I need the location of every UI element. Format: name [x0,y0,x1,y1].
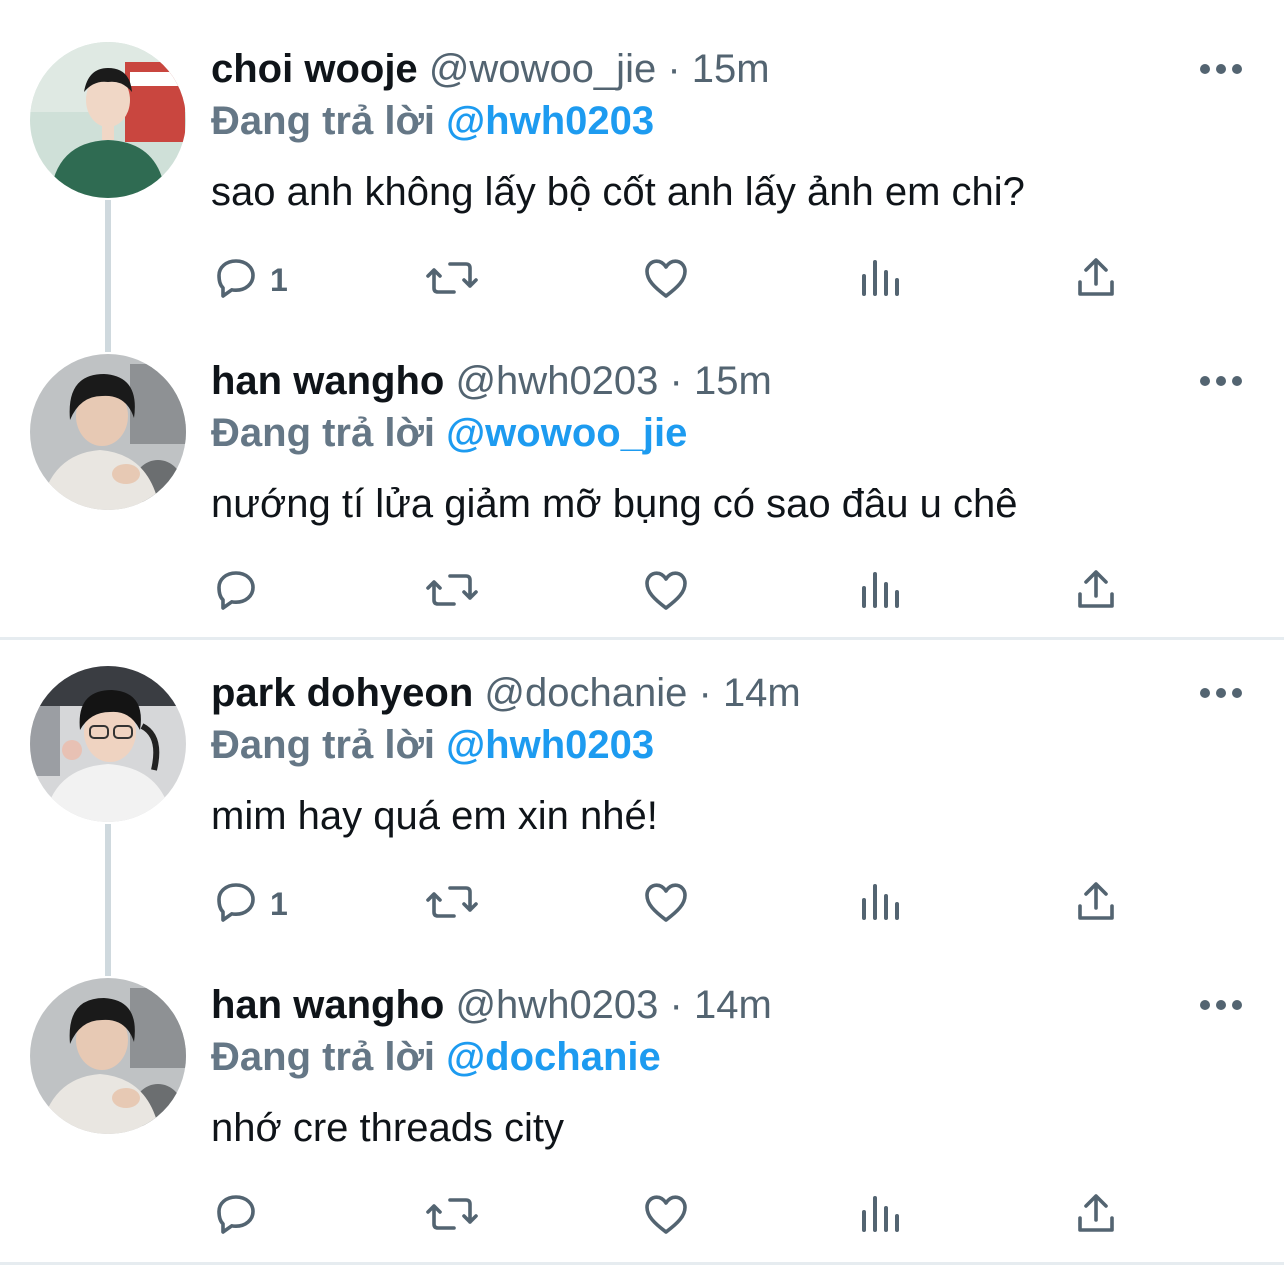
tweet-3[interactable]: park dohyeon @dochanie · 14m Đang trả lờ… [0,624,1284,976]
action-bar [0,1192,1284,1240]
separator-dot: · [669,983,683,1027]
username-handle[interactable]: @dochanie [484,671,687,715]
timestamp[interactable]: 14m [694,983,772,1027]
tweet-text: sao anh không lấy bộ cốt anh lấy ảnh em … [211,170,1025,214]
share-icon [1072,878,1120,931]
more-icon[interactable] [1192,679,1250,707]
replying-to-label: Đang trả lời [211,1035,436,1079]
retweet-button[interactable] [424,880,480,928]
retweet-icon [424,878,480,931]
replying-to-handle-link[interactable]: @hwh0203 [446,723,654,767]
retweet-button[interactable] [424,568,480,616]
views-button[interactable] [857,568,905,616]
heart-icon [641,254,691,307]
reply-icon [212,566,260,619]
views-button[interactable] [857,880,905,928]
reply-icon [212,1190,260,1243]
views-icon [857,878,905,931]
replying-to-handle-link[interactable]: @hwh0203 [446,99,654,143]
username-handle[interactable]: @hwh0203 [455,359,658,403]
more-icon[interactable] [1192,367,1250,395]
share-icon [1072,1190,1120,1243]
views-icon [857,1190,905,1243]
retweet-button[interactable] [424,1192,480,1240]
more-icon[interactable] [1192,991,1250,1019]
heart-icon [641,878,691,931]
tweet-text: nướng tí lửa giảm mỡ bụng có sao đâu u c… [211,482,1018,526]
share-icon [1072,566,1120,619]
display-name[interactable]: choi wooje [211,47,418,91]
share-button[interactable] [1072,880,1120,928]
retweet-icon [424,254,480,307]
tweet-4[interactable]: han wangho @hwh0203 · 14m Đang trả lời @… [0,936,1284,1248]
tweet-header: han wangho @hwh0203 · 14m [211,980,772,1030]
share-icon [1072,254,1120,307]
share-button[interactable] [1072,256,1120,304]
replying-to-handle-link[interactable]: @wowoo_jie [446,411,687,455]
replying-to-label: Đang trả lời [211,723,436,767]
like-button[interactable] [641,880,691,928]
tweet-header: han wangho @hwh0203 · 15m [211,356,772,406]
more-icon[interactable] [1192,55,1250,83]
views-icon [857,566,905,619]
reply-count: 1 [270,261,288,298]
retweet-icon [424,1190,480,1243]
reply-count: 1 [270,885,288,922]
tweet-text: mim hay quá em xin nhé! [211,794,658,838]
username-handle[interactable]: @wowoo_jie [429,47,656,91]
reply-button[interactable] [212,1192,270,1240]
retweet-button[interactable] [424,256,480,304]
views-button[interactable] [857,1192,905,1240]
separator-dot: · [667,47,681,91]
action-bar: 1 [0,256,1284,304]
action-bar [0,568,1284,616]
timestamp[interactable]: 15m [694,359,772,403]
tweet-text: nhớ cre threads city [211,1106,565,1150]
display-name[interactable]: han wangho [211,359,444,403]
avatar[interactable] [30,978,186,1134]
like-button[interactable] [641,568,691,616]
avatar[interactable] [30,666,186,822]
replying-to: Đang trả lời @hwh0203 [211,720,654,770]
avatar[interactable] [30,42,186,198]
display-name[interactable]: park dohyeon [211,671,473,715]
replying-to: Đang trả lời @wowoo_jie [211,408,687,458]
reply-icon [212,254,260,307]
tweet-header: park dohyeon @dochanie · 14m [211,668,801,718]
replying-to: Đang trả lời @hwh0203 [211,96,654,146]
replying-to-label: Đang trả lời [211,411,436,455]
separator-dot: · [669,359,683,403]
replying-to-handle-link[interactable]: @dochanie [446,1035,661,1079]
action-bar: 1 [0,880,1284,928]
reply-button[interactable] [212,568,270,616]
tweet-header: choi wooje @wowoo_jie · 15m [211,44,770,94]
replying-to-label: Đang trả lời [211,99,436,143]
separator-dot: · [698,671,712,715]
display-name[interactable]: han wangho [211,983,444,1027]
like-button[interactable] [641,256,691,304]
share-button[interactable] [1072,568,1120,616]
reply-button[interactable]: 1 [212,256,288,304]
timestamp[interactable]: 14m [723,671,801,715]
replying-to: Đang trả lời @dochanie [211,1032,661,1082]
reply-icon [212,878,260,931]
reply-button[interactable]: 1 [212,880,288,928]
timestamp[interactable]: 15m [692,47,770,91]
like-button[interactable] [641,1192,691,1240]
tweet-1[interactable]: choi wooje @wowoo_jie · 15m Đang trả lời… [0,0,1284,352]
views-button[interactable] [857,256,905,304]
tweet-2[interactable]: han wangho @hwh0203 · 15m Đang trả lời @… [0,312,1284,624]
views-icon [857,254,905,307]
share-button[interactable] [1072,1192,1120,1240]
username-handle[interactable]: @hwh0203 [455,983,658,1027]
avatar[interactable] [30,354,186,510]
heart-icon [641,1190,691,1243]
bottom-divider [0,1262,1284,1265]
retweet-icon [424,566,480,619]
heart-icon [641,566,691,619]
